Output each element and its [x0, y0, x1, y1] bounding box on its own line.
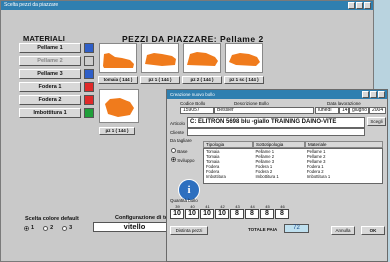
quantities-row: 10 10 10 10 8 8 8 8	[170, 209, 290, 219]
radio-checked-icon	[24, 225, 29, 231]
totale-paia-value: 72	[284, 224, 309, 233]
default-color-radio-group: 1 2 3	[24, 225, 72, 231]
material-color-swatch	[84, 56, 94, 66]
date-year-field[interactable]: 2004	[369, 107, 386, 114]
maximize-icon[interactable]	[370, 91, 377, 98]
config-label: Configurazione di to	[115, 215, 169, 221]
date-month-field[interactable]: giugno	[349, 107, 369, 114]
radio-unchecked-icon	[43, 225, 49, 231]
close-icon[interactable]	[378, 91, 385, 98]
quantity-field[interactable]: 8	[260, 209, 274, 219]
ok-button[interactable]: OK	[361, 226, 385, 235]
descrizione-field[interactable]: Bessler	[214, 107, 314, 114]
cliente-label: Cliente	[170, 130, 185, 135]
material-button-pellame-2[interactable]: Pellame 2	[19, 56, 81, 66]
piece-button-pz2[interactable]: pz 2 ( 144 )	[182, 76, 222, 84]
new-stamp-titlebar[interactable]: Creazione nuovo bollo	[167, 90, 387, 99]
piece-button-pz1[interactable]: pz 1 ( 144 )	[140, 76, 180, 84]
materials-header: MATERIALI	[23, 34, 66, 43]
material-button-imbottitura-1[interactable]: Imbottitura 1	[19, 108, 81, 118]
pieces-window-titlebar[interactable]: Scelta pezzi da piazzare	[1, 1, 373, 10]
data-label: Data lavorazione	[327, 101, 361, 106]
material-button-fodera-2[interactable]: Fodera 2	[19, 95, 81, 105]
piece-image-pz1[interactable]	[141, 43, 179, 73]
codice-label: Codice Bollo	[180, 101, 206, 106]
material-button-fodera-1[interactable]: Fodera 1	[19, 82, 81, 92]
minimize-icon[interactable]	[362, 91, 369, 98]
da-tagliare-label: Da tagliare	[170, 138, 192, 143]
material-color-swatch	[84, 95, 94, 105]
piece-image-pz1-b[interactable]	[99, 89, 139, 123]
minimize-icon[interactable]	[348, 2, 355, 9]
radio-checked-icon	[171, 157, 176, 162]
quantity-field[interactable]: 10	[170, 209, 184, 219]
grid-header-materiale[interactable]: Materiale	[305, 141, 383, 148]
piece-button-tomaia[interactable]: tomaia ( 144 )	[98, 76, 138, 84]
piece-image-pz2[interactable]	[183, 43, 221, 73]
distinta-pezzi-button[interactable]: Distinta pezzi	[170, 226, 208, 235]
pieces-window-title: Scelta pezzi da piazzare	[4, 2, 59, 8]
close-icon[interactable]	[364, 2, 371, 9]
material-color-swatch	[84, 82, 94, 92]
quantity-label: Quantità bollo	[170, 198, 198, 203]
material-button-pellame-3[interactable]: Pellame 3	[19, 69, 81, 79]
cliente-field[interactable]	[187, 128, 365, 136]
piece-image-pz1sc[interactable]	[225, 43, 263, 73]
codice-field[interactable]: 159057	[180, 107, 214, 114]
date-num-field[interactable]: 14	[339, 107, 349, 114]
articolo-label: Articolo	[170, 121, 186, 126]
grid-header-sottotipologia[interactable]: Sottotipologia	[253, 141, 305, 148]
piece-image-tomaia[interactable]	[99, 43, 137, 73]
new-stamp-title: Creazione nuovo bollo	[170, 92, 215, 97]
option-sviluppo[interactable]: Sviluppo	[171, 157, 195, 163]
annulla-button[interactable]: Annulla	[331, 226, 355, 235]
quantity-field[interactable]: 8	[230, 209, 244, 219]
table-row[interactable]: Imbottitura Imbottitura 1 Imbottitura 1	[204, 174, 382, 179]
material-color-swatch	[84, 69, 94, 79]
articolo-field[interactable]: C: ELITRON 5698 blu -giallo TRAINING DAI…	[187, 117, 365, 128]
quantity-field[interactable]: 10	[200, 209, 214, 219]
components-grid: Tomaia Pellame 1 Pellame 1 Tomaia Pellame 2…	[203, 148, 383, 184]
option-base[interactable]: Base	[171, 148, 188, 154]
radio-option-3[interactable]: 3	[62, 225, 72, 231]
scegli-button[interactable]: Scegli	[367, 117, 386, 126]
config-value-field[interactable]: vitello	[93, 222, 176, 232]
quantity-field[interactable]: 8	[275, 209, 289, 219]
grid-header-tipologia[interactable]: Tipologia	[203, 141, 253, 148]
totale-paia-label: TOTALE PAIA	[248, 227, 278, 232]
material-color-swatch	[84, 43, 94, 53]
radio-unchecked-icon	[171, 148, 176, 153]
piece-button-pz1-b[interactable]: pz 1 ( 144 )	[99, 127, 135, 135]
radio-unchecked-icon	[62, 225, 68, 231]
maximize-icon[interactable]	[356, 2, 363, 9]
material-button-pellame-1[interactable]: Pellame 1	[19, 43, 81, 53]
date-day-field[interactable]: lunedì	[315, 107, 339, 114]
new-stamp-window: Creazione nuovo bollo Codice Bollo Descr…	[166, 89, 388, 262]
quantity-field[interactable]: 10	[215, 209, 229, 219]
piece-button-pz1sc[interactable]: pz 1 sc ( 144 )	[224, 76, 264, 84]
radio-option-1[interactable]: 1	[24, 225, 34, 231]
quantity-field[interactable]: 8	[245, 209, 259, 219]
radio-option-2[interactable]: 2	[43, 225, 53, 231]
descrizione-label: Descrizione Bollo	[234, 101, 269, 106]
quantity-field[interactable]: 10	[185, 209, 199, 219]
material-color-swatch	[84, 108, 94, 118]
default-color-label: Scelta colore default	[25, 216, 79, 222]
